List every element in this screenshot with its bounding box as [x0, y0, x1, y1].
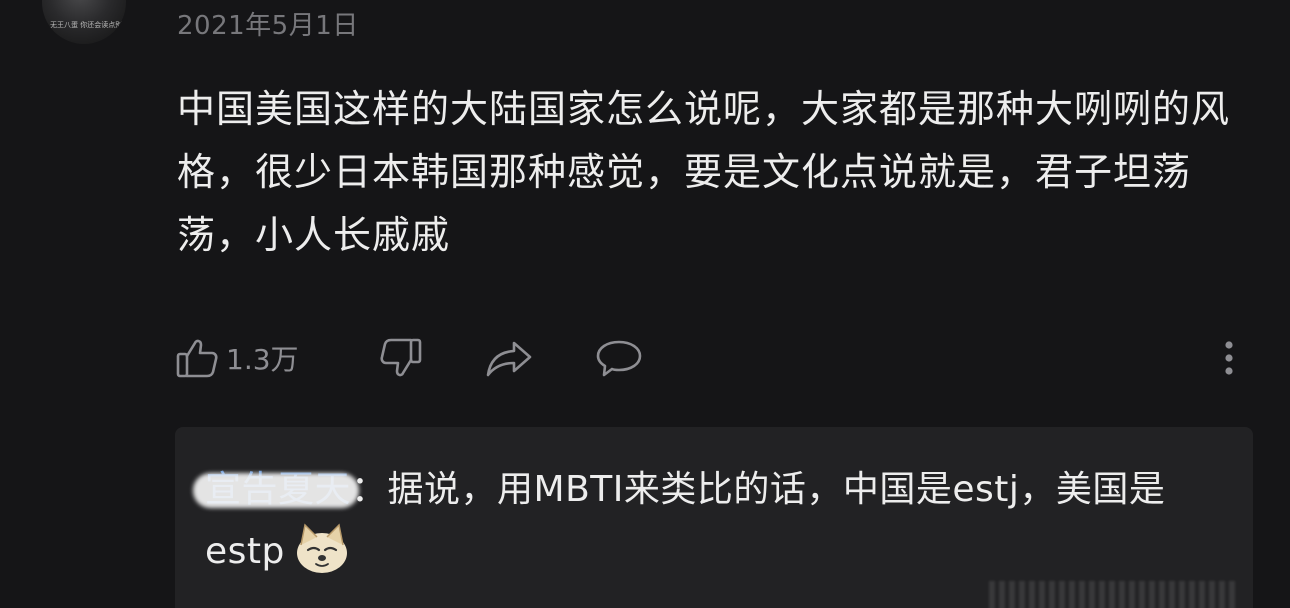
reply-content: 宣告夏天：据说，用MBTI来类比的话，中国是estj，美国是estp [205, 459, 1225, 583]
avatar-caption: 无王八蛋 你还会读点别 [50, 21, 123, 29]
dislike-button[interactable] [378, 330, 424, 386]
more-options-button[interactable] [1214, 330, 1244, 386]
reply-button[interactable] [594, 330, 644, 386]
like-button[interactable]: 1.3万 [174, 330, 299, 386]
reply-preview[interactable]: 宣告夏天：据说，用MBTI来类比的话，中国是estj，美国是estp [175, 427, 1253, 608]
comment-actions: 1.3万 [0, 330, 1290, 386]
more-vertical-icon [1214, 335, 1244, 381]
share-icon [484, 335, 536, 381]
like-count: 1.3万 [226, 343, 299, 376]
watermark [989, 581, 1239, 608]
avatar[interactable]: 无王八蛋 你还会读点别 [42, 0, 126, 44]
comment-icon [594, 335, 644, 381]
reply-username[interactable]: 宣告夏天 [205, 469, 351, 510]
thumbs-up-icon [174, 335, 220, 381]
thumbs-down-icon [378, 335, 424, 381]
comment-date: 2021年5月1日 [177, 11, 359, 41]
doge-emoji-icon [293, 523, 351, 575]
share-button[interactable] [484, 330, 536, 386]
comment-text: 中国美国这样的大陆国家怎么说呢，大家都是那种大咧咧的风格，很少日本韩国那种感觉，… [177, 87, 1231, 257]
